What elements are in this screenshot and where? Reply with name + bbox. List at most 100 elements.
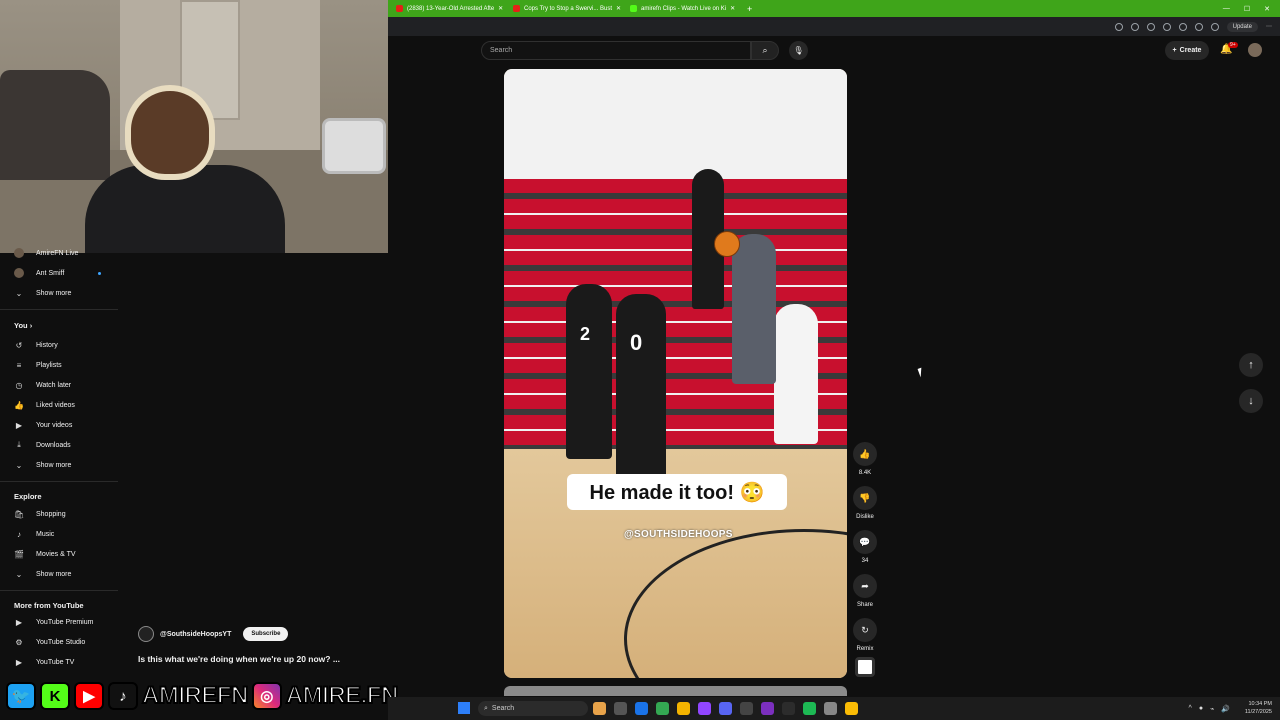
profile-icon[interactable] xyxy=(1210,22,1219,31)
sidebar-explore-header: Explore xyxy=(14,492,42,501)
app-icon[interactable] xyxy=(761,702,774,715)
chrome-icon[interactable] xyxy=(677,702,690,715)
youtube-studio-icon: ⚙ xyxy=(15,637,23,647)
minimize-icon[interactable]: — xyxy=(1223,5,1230,13)
bookmark-star-icon[interactable] xyxy=(1130,22,1139,31)
extension-icon[interactable] xyxy=(1194,22,1203,31)
comment-icon[interactable]: 💬 xyxy=(853,530,877,554)
sidebar-item-youtube-tv[interactable]: ▶ YouTube TV xyxy=(14,655,74,669)
browser-toolbar: Update ⋯ xyxy=(388,17,1280,36)
extension-icon[interactable] xyxy=(1114,22,1123,31)
thumbs-down-icon[interactable]: 👎 xyxy=(853,486,877,510)
sidebar-show-more[interactable]: ⌄ Show more xyxy=(14,458,72,472)
short-title[interactable]: Is this what we're doing when we're up 2… xyxy=(138,654,340,664)
browser-tab-1[interactable]: (2838) 13-Year-Old Arrested Afte ✕ xyxy=(388,0,505,17)
sidebar-sub-amirefn-live[interactable]: AmireFN Live xyxy=(14,246,78,260)
sidebar-more-header: More from YouTube xyxy=(14,601,84,610)
you-header-label: You xyxy=(14,321,28,330)
next-short-preview[interactable] xyxy=(504,686,847,696)
discord-icon[interactable] xyxy=(719,702,732,715)
sidebar-show-more[interactable]: ⌄ Show more xyxy=(14,567,72,581)
account-avatar[interactable] xyxy=(1248,43,1262,57)
system-tray: ^ ● ⌁ 🔊 xyxy=(1189,705,1230,713)
history-icon: ↺ xyxy=(15,340,23,350)
browser-tab-3[interactable]: amirefn Clips - Watch Live on Ki ✕ xyxy=(622,0,739,17)
plus-icon: + xyxy=(1172,47,1177,54)
sidebar-item-label: Downloads xyxy=(36,441,71,449)
search-button[interactable]: ⌕ xyxy=(751,41,779,60)
app-icon[interactable] xyxy=(698,702,711,715)
comments-action[interactable]: 💬 34 xyxy=(851,530,879,564)
sidebar-item-downloads[interactable]: ⤓ Downloads xyxy=(14,438,71,452)
sidebar-item-history[interactable]: ↺ History xyxy=(14,338,58,352)
taskbar-app-icon[interactable] xyxy=(593,702,606,715)
short-video-player[interactable]: 2 0 He made it too! 😳 @SOUTHSIDEHOOPS xyxy=(504,69,847,678)
xbox-icon[interactable] xyxy=(803,702,816,715)
remix-action[interactable]: ↻ Remix xyxy=(851,618,879,652)
search-input[interactable]: Search xyxy=(481,41,751,60)
channel-avatar[interactable] xyxy=(138,626,154,642)
share-icon[interactable]: ➦ xyxy=(853,574,877,598)
create-button[interactable]: + Create xyxy=(1165,41,1209,60)
sidebar-you-header[interactable]: You › xyxy=(14,321,32,330)
new-tab-button[interactable]: + xyxy=(739,4,760,14)
like-action[interactable]: 👍 8.4K xyxy=(851,442,879,476)
maximize-icon[interactable]: ☐ xyxy=(1244,5,1250,13)
next-short-button[interactable]: ↓ xyxy=(1239,389,1263,413)
basketball xyxy=(714,231,740,257)
dislike-action[interactable]: 👎 Dislike xyxy=(851,486,879,520)
sidebar-item-music[interactable]: ♪ Music xyxy=(14,527,54,541)
search-placeholder: Search xyxy=(490,47,513,54)
favorites-icon[interactable] xyxy=(1178,22,1187,31)
sidebar-item-liked-videos[interactable]: 👍 Liked videos xyxy=(14,398,75,412)
sidebar-item-your-videos[interactable]: ▶ Your videos xyxy=(14,418,72,432)
player-black-0: 0 xyxy=(616,294,666,494)
remix-icon[interactable]: ↻ xyxy=(853,618,877,642)
close-tab-icon[interactable]: ✕ xyxy=(498,5,503,12)
sidebar-item-label: Shopping xyxy=(36,510,66,518)
sidebar-sub-ant-smiff[interactable]: Ant Smiff xyxy=(14,266,64,280)
close-tab-icon[interactable]: ✕ xyxy=(616,5,621,12)
settings-icon[interactable] xyxy=(824,702,837,715)
search-icon: ⌕ xyxy=(762,45,768,55)
tray-chevron-icon[interactable]: ^ xyxy=(1189,705,1192,713)
browser-menu-icon[interactable]: ⋯ xyxy=(1266,23,1272,30)
sidebar-item-label: Playlists xyxy=(36,361,62,369)
sidebar-item-watch-later[interactable]: ◷ Watch later xyxy=(14,378,72,392)
browser-tab-2[interactable]: Cops Try to Stop a Swervi... Bust ✕ xyxy=(505,0,622,17)
subscribe-button[interactable]: Subscribe xyxy=(243,627,289,641)
windows-start-icon[interactable] xyxy=(458,702,470,714)
sidebar-item-youtube-premium[interactable]: ▶ YouTube Premium xyxy=(14,615,94,629)
chrome-icon[interactable] xyxy=(845,702,858,715)
close-window-icon[interactable]: ✕ xyxy=(1264,5,1270,13)
chrome-icon[interactable] xyxy=(656,702,669,715)
extension-icon[interactable] xyxy=(1162,22,1171,31)
sidebar-item-movies-tv[interactable]: 🎬 Movies & TV xyxy=(14,547,76,561)
spectator-man xyxy=(732,234,776,384)
previous-short-button[interactable]: ↑ xyxy=(1239,353,1263,377)
sidebar-item-youtube-studio[interactable]: ⚙ YouTube Studio xyxy=(14,635,85,649)
edge-icon[interactable] xyxy=(635,702,648,715)
tray-app-icon[interactable]: ● xyxy=(1199,705,1203,713)
extension-icon[interactable] xyxy=(1146,22,1155,31)
app-icon[interactable] xyxy=(740,702,753,715)
show-more-label: Show more xyxy=(36,289,72,297)
channel-name[interactable]: @SouthsideHoopsYT xyxy=(160,631,231,638)
network-icon[interactable]: ⌁ xyxy=(1210,705,1214,713)
sound-thumbnail[interactable] xyxy=(855,657,875,677)
player-black-2: 2 xyxy=(566,284,612,459)
sidebar-item-shopping[interactable]: 🛍 Shopping xyxy=(14,507,66,521)
close-tab-icon[interactable]: ✕ xyxy=(730,5,735,12)
share-action[interactable]: ➦ Share xyxy=(851,574,879,608)
sidebar-item-playlists[interactable]: ≡ Playlists xyxy=(14,358,62,372)
webcam-fan xyxy=(322,118,386,174)
thumbs-up-icon[interactable]: 👍 xyxy=(853,442,877,466)
voice-search-button[interactable]: 🎙 xyxy=(789,41,808,60)
browser-update-button[interactable]: Update xyxy=(1226,21,1258,32)
volume-icon[interactable]: 🔊 xyxy=(1221,705,1230,713)
obs-icon[interactable] xyxy=(782,702,795,715)
task-view-icon[interactable] xyxy=(614,702,627,715)
taskbar-search[interactable]: ⌕ Search xyxy=(478,701,588,716)
sidebar-show-more[interactable]: ⌄ Show more xyxy=(14,286,72,300)
clock[interactable]: 10:34 PM 11/27/2025 xyxy=(1245,700,1272,716)
